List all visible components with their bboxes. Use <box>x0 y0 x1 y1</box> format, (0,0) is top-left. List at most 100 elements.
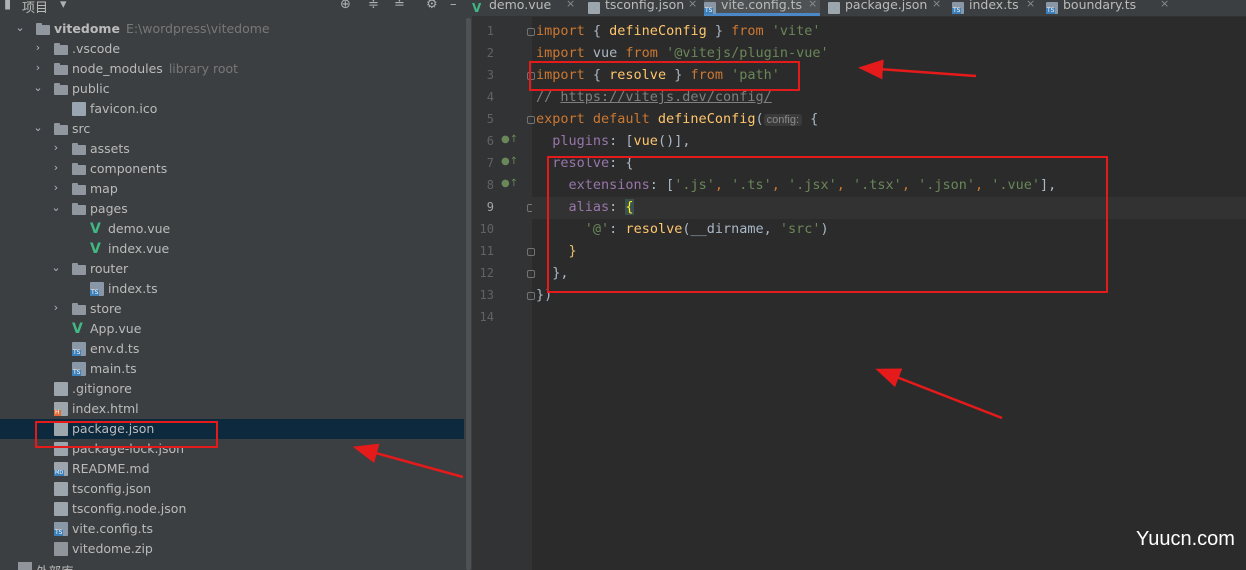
chevron-right-icon[interactable]: › <box>50 141 62 154</box>
tree-item-name: favicon.ico <box>90 101 158 116</box>
vue-icon: V <box>472 1 482 15</box>
tab-label: index.ts <box>969 0 1019 12</box>
chevron-right-icon[interactable]: › <box>32 61 44 74</box>
tree-item-hint: library root <box>168 61 239 76</box>
tree-item[interactable]: › components <box>0 159 464 179</box>
tab-index-ts[interactable]: index.ts × <box>952 0 1038 16</box>
parameter-hint: config: <box>763 114 803 126</box>
tree-scrollbar[interactable] <box>466 18 471 570</box>
tree-item-label: map <box>90 181 118 196</box>
tree-item[interactable]: ⌄ public <box>0 79 464 99</box>
dropdown-chevron-icon[interactable]: ▾ <box>60 0 67 12</box>
tab-tsconfig-json[interactable]: tsconfig.json × <box>588 0 700 16</box>
tree-item-name: node_modules <box>72 61 163 76</box>
folder-icon <box>72 303 86 315</box>
config-docs-link[interactable]: https://vitejs.dev/config/ <box>560 89 771 105</box>
tree-item[interactable]: index.ts <box>0 279 464 299</box>
json-icon <box>54 482 68 496</box>
tree-item[interactable]: ⌄ vitedome E:\wordpress\vitedome <box>0 19 464 39</box>
line-number: 3 <box>486 68 494 82</box>
tab-package-json[interactable]: package.json × <box>828 0 944 16</box>
folder-icon <box>72 143 86 155</box>
tree-item[interactable]: V App.vue <box>0 319 464 339</box>
implementation-gutter-icon[interactable]: ●↑ <box>501 134 518 145</box>
tree-item[interactable]: vite.config.ts <box>0 519 464 539</box>
tree-item-name: App.vue <box>90 321 142 336</box>
chevron-down-icon[interactable]: ⌄ <box>14 21 26 34</box>
code-line-6: plugins: [vue()], <box>536 133 691 149</box>
chevron-right-icon[interactable]: › <box>32 41 44 54</box>
tree-item[interactable]: › .vscode <box>0 39 464 59</box>
chevron-down-icon[interactable]: ⌄ <box>50 261 62 274</box>
tree-item[interactable]: .gitignore <box>0 379 464 399</box>
fold-marker-icon[interactable] <box>527 28 535 36</box>
fold-marker-icon[interactable] <box>527 116 535 124</box>
implementation-gutter-icon[interactable]: ●↑ <box>501 156 518 167</box>
collapse-icon[interactable]: ≐ <box>394 0 405 12</box>
minimize-icon[interactable]: – <box>450 0 457 12</box>
editor-tabs: Vdemo.vue×tsconfig.json×vite.config.ts×p… <box>472 0 1246 17</box>
tree-item-name: .gitignore <box>72 381 132 396</box>
line-number: 4 <box>486 90 494 104</box>
code-editor[interactable]: 1 2 3 4 5 6 7 8 9 10 11 12 13 14 ●↑ ●↑ ●↑ import { defin… <box>472 17 1246 570</box>
close-icon[interactable]: × <box>1160 0 1169 10</box>
chevron-right-icon[interactable]: › <box>50 301 62 314</box>
tab-label: vite.config.ts <box>721 0 803 12</box>
close-icon[interactable]: × <box>1026 0 1035 10</box>
close-icon[interactable]: × <box>688 0 697 10</box>
line-number: 6 <box>486 134 494 148</box>
folder-icon <box>54 43 68 55</box>
tree-item[interactable]: ⌄ pages <box>0 199 464 219</box>
tree-item[interactable]: ⌄ router <box>0 259 464 279</box>
tree-item[interactable]: tsconfig.node.json <box>0 499 464 519</box>
crosshair-icon[interactable]: ⊕ <box>340 0 351 12</box>
folder-icon <box>72 263 86 275</box>
fold-marker-icon[interactable] <box>527 292 535 300</box>
line-number: 1 <box>486 24 494 38</box>
tree-item[interactable]: 外部库 <box>0 559 464 570</box>
chevron-down-icon[interactable]: ⌄ <box>50 201 62 214</box>
tree-item[interactable]: ⌄ src <box>0 119 464 139</box>
vue-icon: V <box>90 241 101 257</box>
tree-item-name: components <box>90 161 168 176</box>
tree-item[interactable]: README.md <box>0 459 464 479</box>
fold-marker-icon[interactable] <box>527 270 535 278</box>
tree-item[interactable]: tsconfig.json <box>0 479 464 499</box>
expand-icon[interactable]: ≑ <box>368 0 379 12</box>
tree-item-name: .vscode <box>72 41 121 56</box>
lib-icon <box>18 562 32 570</box>
close-icon[interactable]: × <box>808 0 817 10</box>
tree-item[interactable]: vitedome.zip <box>0 539 464 559</box>
fold-marker-icon[interactable] <box>527 248 535 256</box>
tree-item[interactable]: › store <box>0 299 464 319</box>
gear-icon[interactable]: ⚙ <box>426 0 438 12</box>
tree-item-label: vitedome E:\wordpress\vitedome <box>54 21 270 36</box>
tree-item[interactable]: favicon.ico <box>0 99 464 119</box>
chevron-right-icon[interactable]: › <box>50 181 62 194</box>
tree-item[interactable]: › node_modules library root <box>0 59 464 79</box>
zip-icon <box>54 542 68 556</box>
tab-demo-vue[interactable]: Vdemo.vue × <box>472 0 578 16</box>
tab-vite-config-ts[interactable]: vite.config.ts × <box>704 0 820 16</box>
tree-item[interactable]: › assets <box>0 139 464 159</box>
implementation-gutter-icon[interactable]: ●↑ <box>501 178 518 189</box>
tree-item[interactable]: env.d.ts <box>0 339 464 359</box>
tree-item-label: components <box>90 161 167 176</box>
line-number: 8 <box>486 178 494 192</box>
chevron-down-icon[interactable]: ⌄ <box>32 121 44 134</box>
code-line-5: export default defineConfig(config: { <box>536 111 819 127</box>
tree-item[interactable]: index.html <box>0 399 464 419</box>
tree-item-name: demo.vue <box>108 221 171 236</box>
tab-boundary-ts[interactable]: boundary.ts × <box>1046 0 1172 16</box>
annotation-box-resolve-config <box>547 156 1108 293</box>
tree-item[interactable]: › map <box>0 179 464 199</box>
chevron-right-icon[interactable]: › <box>50 161 62 174</box>
close-icon[interactable]: × <box>932 0 941 10</box>
annotation-box-import-resolve <box>529 61 800 91</box>
close-icon[interactable]: × <box>566 0 575 10</box>
folder-icon <box>72 183 86 195</box>
tree-item[interactable]: main.ts <box>0 359 464 379</box>
tree-item[interactable]: Vindex.vue <box>0 239 464 259</box>
tree-item[interactable]: Vdemo.vue <box>0 219 464 239</box>
chevron-down-icon[interactable]: ⌄ <box>32 81 44 94</box>
